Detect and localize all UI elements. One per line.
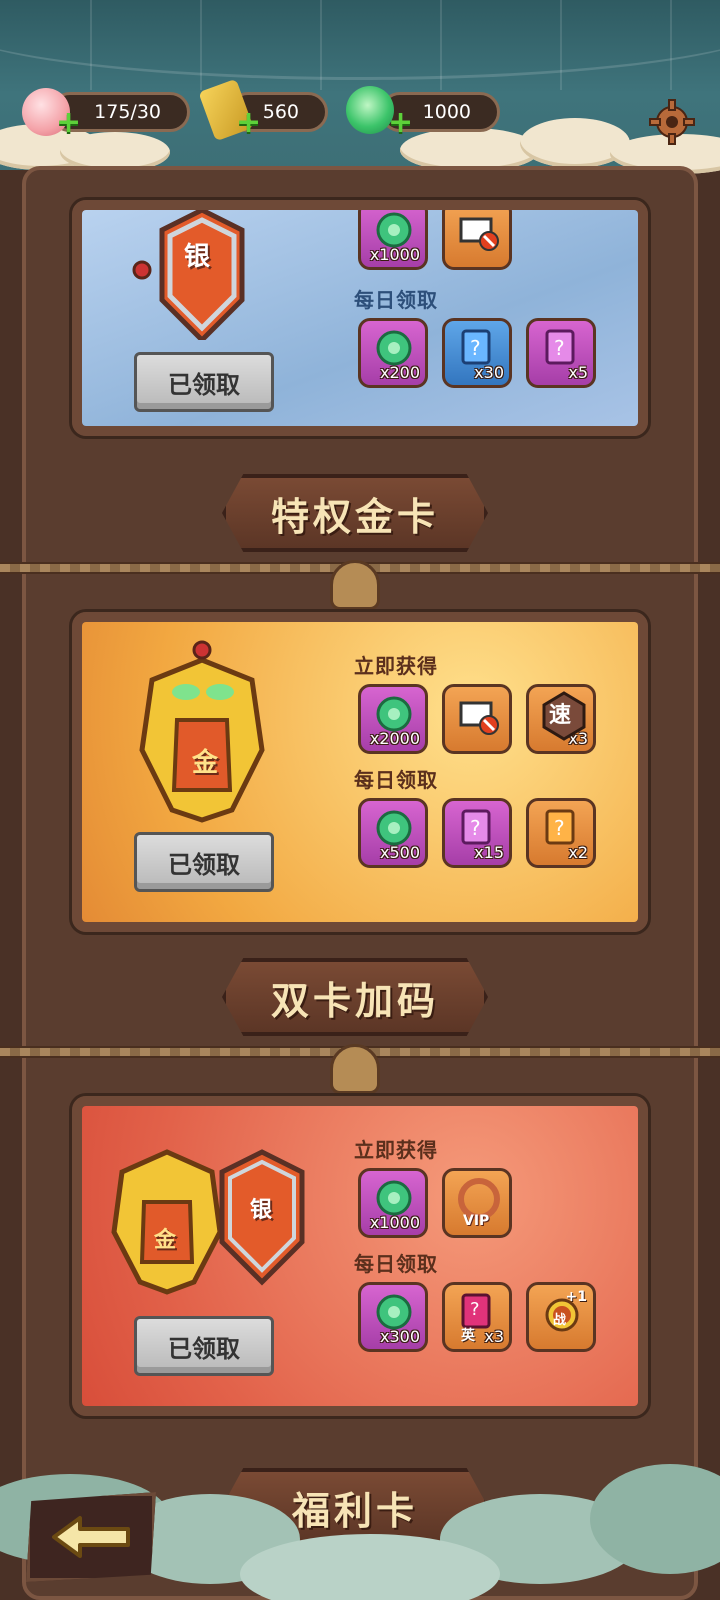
reward-hero-card: ? 英 x3: [442, 1282, 512, 1352]
no-ads-tv-icon: [459, 701, 499, 735]
double-card: 金 银 立即获得 x1000 VIP 每日领取 x300 ? 英 x3 战 +1…: [72, 1096, 648, 1416]
mystery-blue-card-icon: ?: [461, 329, 491, 365]
double-banner-title: 双卡加码: [270, 978, 439, 1023]
back-arrow-icon: [52, 1516, 130, 1558]
add-ticket-button[interactable]: +: [236, 108, 261, 138]
jade-coin-icon: [376, 212, 412, 248]
hero-char: 英: [461, 1328, 475, 1344]
ray-decor: [440, 0, 442, 90]
silver-badge-char: 银: [250, 1198, 273, 1223]
daily-label: 每日领取: [354, 1252, 438, 1276]
gold-card: 金 立即获得 x2000 速 x3 每日领取 x500 ? x15 ? x2 已…: [72, 612, 648, 932]
no-ads-tv-icon: [459, 217, 499, 251]
ray-decor: [200, 0, 202, 90]
svg-text:?: ?: [554, 816, 565, 840]
reward-blue-card: ? x30: [442, 318, 512, 388]
jade-coin-icon: [376, 1294, 412, 1330]
ray-decor: [560, 0, 562, 90]
reward-jade: x300: [358, 1282, 428, 1352]
reward-no-ads: [442, 684, 512, 754]
reward-purple-card: ? x15: [442, 798, 512, 868]
mystery-purple-card-icon: ?: [461, 809, 491, 845]
reward-no-ads: [442, 210, 512, 270]
reward-orange-card: ? x2: [526, 798, 596, 868]
reward-jade: x2000: [358, 684, 428, 754]
silver-claimed-button[interactable]: 已领取: [134, 352, 274, 412]
daily-label: 每日领取: [354, 288, 438, 312]
hook-decor: [330, 1044, 380, 1094]
jade-coin-icon: [376, 330, 412, 366]
jade-coin-icon: [376, 1180, 412, 1216]
reward-qty: +1: [565, 1289, 587, 1305]
double-badge-icon: [111, 1149, 305, 1295]
reward-vip-frame: VIP: [442, 1168, 512, 1238]
instant-label: 立即获得: [354, 654, 438, 678]
reward-jade: x1000: [358, 210, 428, 270]
jade-icon: [346, 86, 394, 134]
double-card-banner: 双卡加码: [222, 958, 488, 1036]
add-stamina-button[interactable]: +: [56, 108, 81, 138]
gold-claimed-button[interactable]: 已领取: [134, 832, 274, 892]
stamina-value: 175/30: [94, 101, 161, 123]
back-button[interactable]: [26, 1492, 156, 1582]
ray-decor: [320, 0, 322, 90]
reward-battle-plus: 战 +1: [526, 1282, 596, 1352]
svg-text:?: ?: [470, 336, 481, 360]
instant-label: 立即获得: [354, 1138, 438, 1162]
hook-decor: [330, 560, 380, 610]
speed-char: 速: [549, 703, 572, 728]
double-claimed-button[interactable]: 已领取: [134, 1316, 274, 1376]
gold-banner-title: 特权金卡: [270, 494, 439, 539]
reward-purple-card: ? x5: [526, 318, 596, 388]
reward-jade: x500: [358, 798, 428, 868]
mystery-purple-card-icon: ?: [545, 329, 575, 365]
settings-gear-icon[interactable]: [648, 98, 696, 146]
jade-coin-icon: [376, 696, 412, 732]
jade-coin-icon: [376, 810, 412, 846]
ticket-value: 560: [262, 101, 299, 123]
gold-badge-icon: [139, 640, 265, 823]
reward-speed: 速 x3: [526, 684, 596, 754]
vip-text: VIP: [463, 1213, 490, 1229]
daily-label: 每日领取: [354, 768, 438, 792]
mystery-orange-card-icon: ?: [545, 809, 575, 845]
jade-value: 1000: [422, 101, 471, 123]
silver-badge-char: 银: [184, 242, 211, 272]
add-jade-button[interactable]: +: [388, 108, 413, 138]
silver-card: 银 x1000 每日领取 x200 ? x30 ? x5 已领取: [72, 200, 648, 436]
svg-text:?: ?: [554, 336, 565, 360]
arc-decor: [0, 0, 720, 80]
svg-text:?: ?: [470, 816, 481, 840]
reward-jade: x1000: [358, 1168, 428, 1238]
silver-badge-icon: [132, 210, 245, 340]
gold-badge-char: 金: [154, 1228, 177, 1253]
gold-card-banner: 特权金卡: [222, 474, 488, 552]
svg-text:?: ?: [470, 1299, 480, 1320]
ray-decor: [90, 0, 92, 90]
ray-decor: [670, 0, 672, 90]
gold-badge-char: 金: [192, 748, 219, 778]
reward-jade: x200: [358, 318, 428, 388]
battle-char: 战: [553, 1313, 567, 1328]
